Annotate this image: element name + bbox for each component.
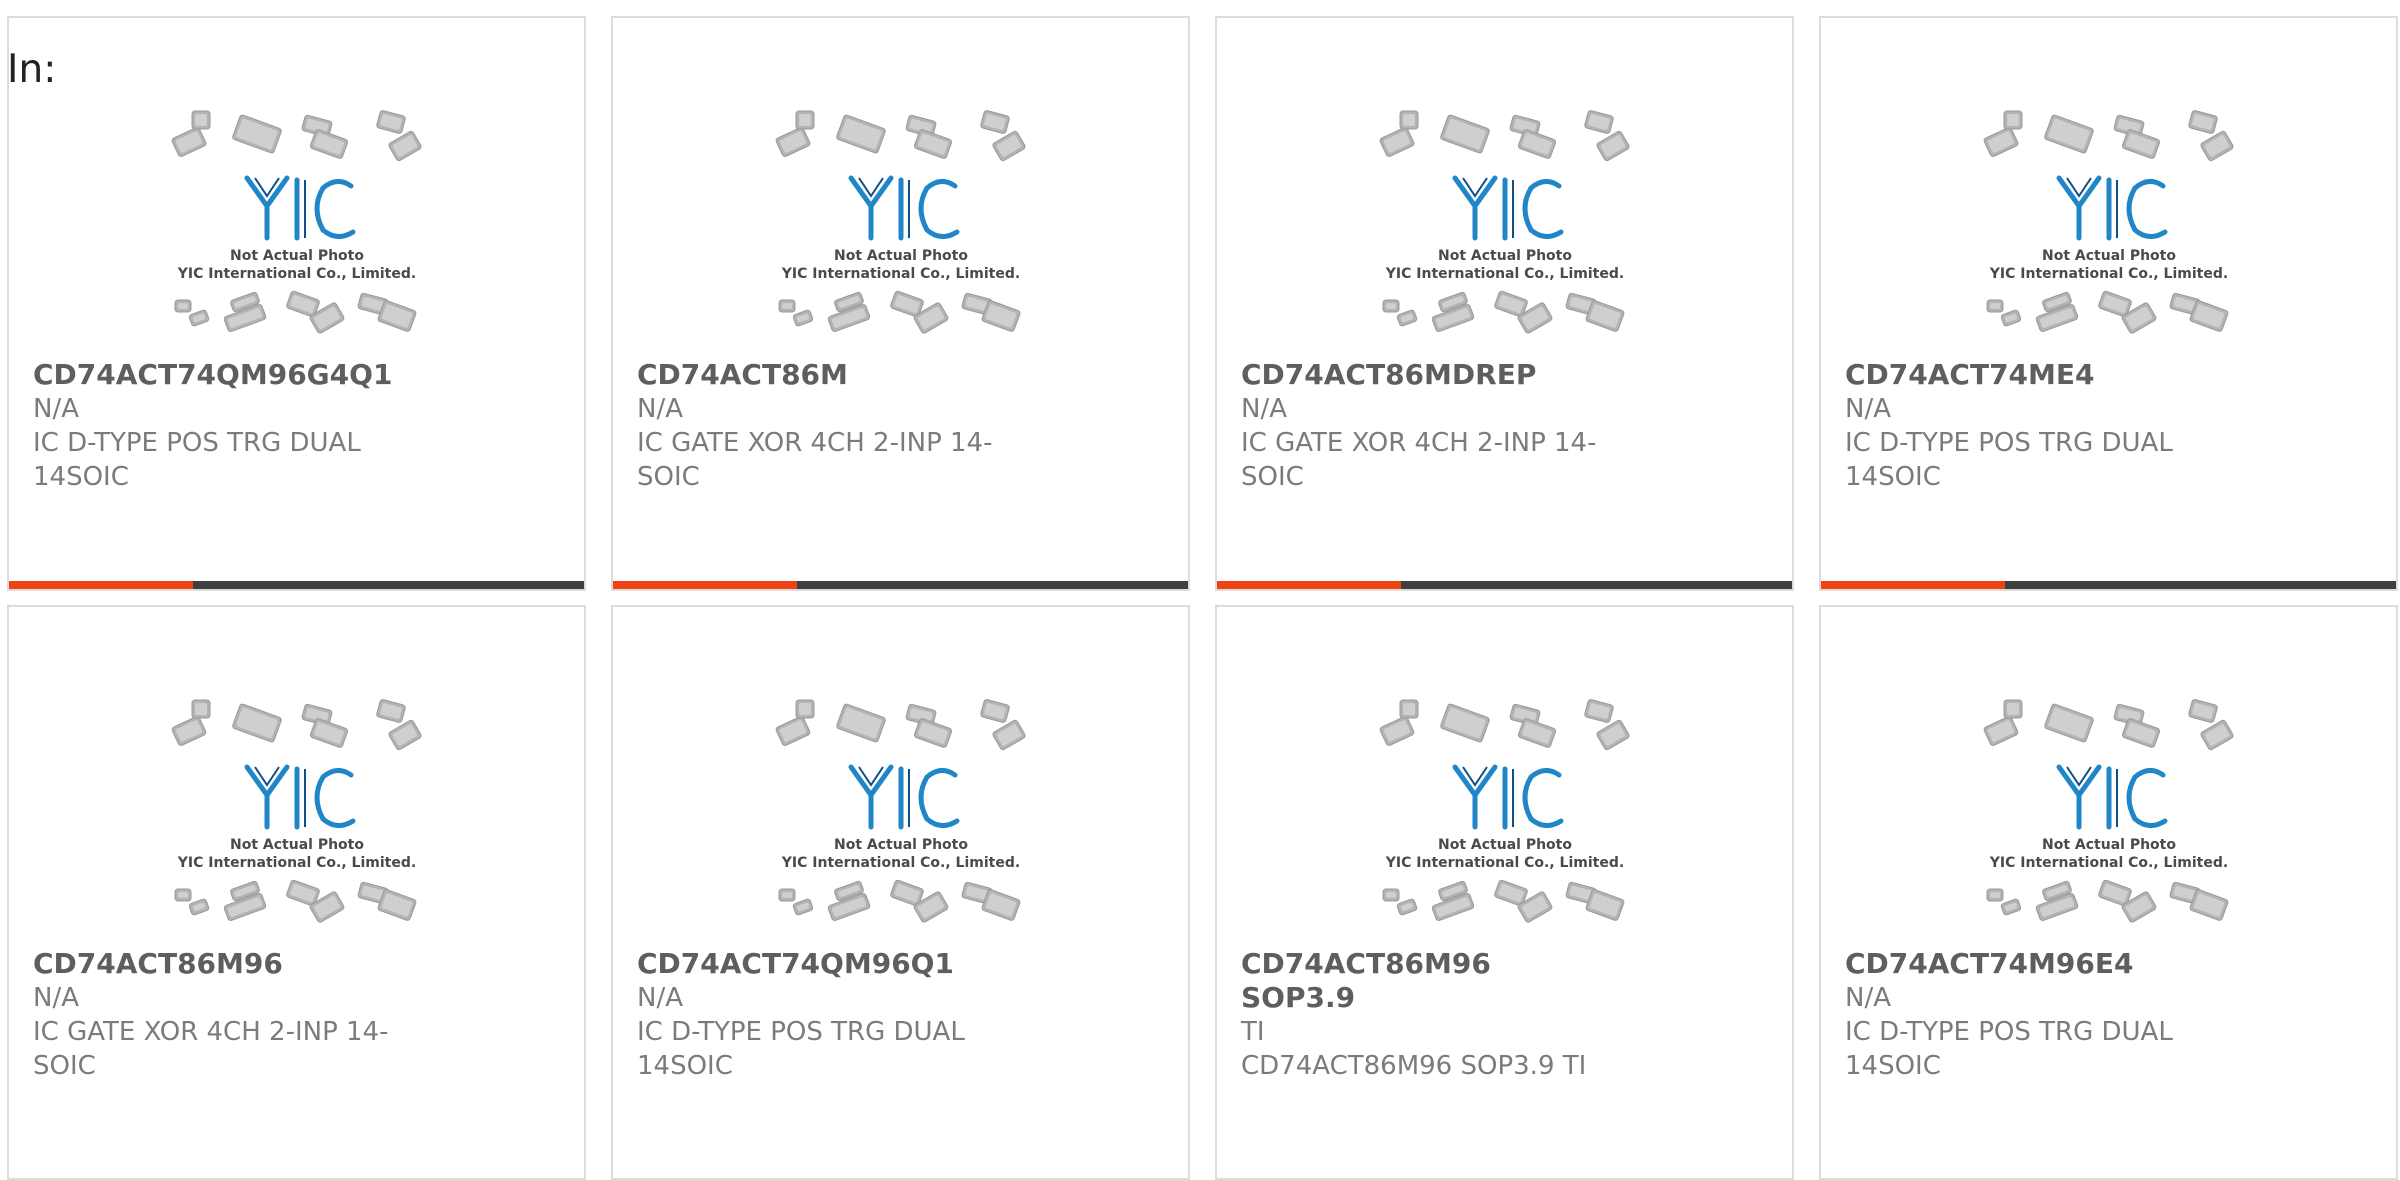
part-number[interactable]: CD74ACT74ME4 (1845, 358, 2205, 392)
product-description: IC GATE XOR 4CH 2-INP 14-SOIC (1241, 428, 1597, 492)
thumb-caption-1: Not Actual Photo (230, 837, 364, 853)
product-thumbnail: Not Actual Photo YIC International Co., L… (1379, 699, 1630, 923)
part-number[interactable]: CD74ACT74M96E4 (1845, 947, 2205, 981)
thumb-caption-2: YIC International Co., Limited. (781, 266, 1020, 282)
part-number[interactable]: CD74ACT86M96 (33, 947, 393, 981)
manufacturer: N/A (637, 394, 683, 424)
product-info: CD74ACT74QM96Q1 N/A IC D-TYPE POS TRG DU… (637, 947, 997, 1083)
card-underline (1821, 581, 2396, 589)
thumb-caption-1: Not Actual Photo (2042, 837, 2176, 853)
manufacturer: N/A (1241, 394, 1287, 424)
part-number[interactable]: CD74ACT74QM96Q1 (637, 947, 997, 981)
product-description: IC D-TYPE POS TRG DUAL 14SOIC (1845, 1017, 2173, 1081)
thumb-caption-2: YIC International Co., Limited. (177, 855, 416, 871)
manufacturer: TI (1241, 1017, 1265, 1047)
product-card[interactable]: Not Actual Photo YIC International Co., L… (1215, 605, 1794, 1180)
product-info: CD74ACT86M96 N/A IC GATE XOR 4CH 2-INP 1… (33, 947, 393, 1083)
card-underline (9, 581, 584, 589)
part-number[interactable]: CD74ACT86MDREP (1241, 358, 1601, 392)
thumb-caption-1: Not Actual Photo (1438, 248, 1572, 264)
thumb-caption-2: YIC International Co., Limited. (177, 266, 416, 282)
card-underline-accent (1821, 581, 2005, 589)
product-description: IC GATE XOR 4CH 2-INP 14-SOIC (637, 428, 993, 492)
product-thumbnail: Not Actual Photo YIC International Co., L… (1983, 110, 2234, 334)
product-card[interactable]: Not Actual Photo YIC International Co., L… (1819, 16, 2398, 591)
part-number[interactable]: CD74ACT74QM96G4Q1 (33, 358, 393, 392)
product-thumbnail: Not Actual Photo YIC International Co., L… (1379, 110, 1630, 334)
thumb-caption-1: Not Actual Photo (2042, 248, 2176, 264)
product-grid: Not Actual Photo YIC International Co., L… (7, 16, 2398, 1180)
product-card[interactable]: Not Actual Photo YIC International Co., L… (7, 16, 586, 591)
manufacturer: N/A (33, 394, 79, 424)
thumb-caption-1: Not Actual Photo (834, 837, 968, 853)
card-underline-accent (1217, 581, 1401, 589)
part-number[interactable]: CD74ACT86M96 SOP3.9 (1241, 947, 1601, 1015)
product-thumbnail: Not Actual Photo YIC International Co., L… (171, 699, 422, 923)
manufacturer: N/A (1845, 394, 1891, 424)
thumb-caption-2: YIC International Co., Limited. (781, 855, 1020, 871)
product-description: IC D-TYPE POS TRG DUAL 14SOIC (637, 1017, 965, 1081)
product-info: CD74ACT74M96E4 N/A IC D-TYPE POS TRG DUA… (1845, 947, 2205, 1083)
product-thumbnail: Not Actual Photo YIC International Co., L… (1983, 699, 2234, 923)
thumb-caption-1: Not Actual Photo (834, 248, 968, 264)
filter-label: In: (7, 47, 57, 92)
product-description: IC GATE XOR 4CH 2-INP 14-SOIC (33, 1017, 389, 1081)
product-thumbnail: Not Actual Photo YIC International Co., L… (775, 699, 1026, 923)
product-description: IC D-TYPE POS TRG DUAL 14SOIC (33, 428, 361, 492)
product-info: CD74ACT86MDREP N/A IC GATE XOR 4CH 2-INP… (1241, 358, 1601, 494)
product-thumbnail: Not Actual Photo YIC International Co., L… (775, 110, 1026, 334)
product-card[interactable]: Not Actual Photo YIC International Co., L… (611, 605, 1190, 1180)
manufacturer: N/A (1845, 983, 1891, 1013)
thumb-caption-1: Not Actual Photo (1438, 837, 1572, 853)
product-card[interactable]: Not Actual Photo YIC International Co., L… (1819, 605, 2398, 1180)
manufacturer: N/A (637, 983, 683, 1013)
card-underline (613, 581, 1188, 589)
thumb-caption-2: YIC International Co., Limited. (1385, 266, 1624, 282)
product-info: CD74ACT74QM96G4Q1 N/A IC D-TYPE POS TRG … (33, 358, 393, 494)
card-underline-accent (613, 581, 797, 589)
thumb-caption-2: YIC International Co., Limited. (1989, 266, 2228, 282)
product-card[interactable]: Not Actual Photo YIC International Co., L… (611, 16, 1190, 591)
card-underline-accent (9, 581, 193, 589)
manufacturer: N/A (33, 983, 79, 1013)
product-info: CD74ACT86M N/A IC GATE XOR 4CH 2-INP 14-… (637, 358, 997, 494)
product-info: CD74ACT86M96 SOP3.9 TI CD74ACT86M96 SOP3… (1241, 947, 1601, 1083)
product-card[interactable]: Not Actual Photo YIC International Co., L… (7, 605, 586, 1180)
part-number[interactable]: CD74ACT86M (637, 358, 997, 392)
thumb-caption-2: YIC International Co., Limited. (1989, 855, 2228, 871)
product-card[interactable]: Not Actual Photo YIC International Co., L… (1215, 16, 1794, 591)
thumb-caption-2: YIC International Co., Limited. (1385, 855, 1624, 871)
card-underline (1217, 581, 1792, 589)
product-description: IC D-TYPE POS TRG DUAL 14SOIC (1845, 428, 2173, 492)
product-description: CD74ACT86M96 SOP3.9 TI (1241, 1051, 1587, 1081)
thumb-caption-1: Not Actual Photo (230, 248, 364, 264)
product-info: CD74ACT74ME4 N/A IC D-TYPE POS TRG DUAL … (1845, 358, 2205, 494)
product-thumbnail: Not Actual Photo YIC International Co., L… (171, 110, 422, 334)
